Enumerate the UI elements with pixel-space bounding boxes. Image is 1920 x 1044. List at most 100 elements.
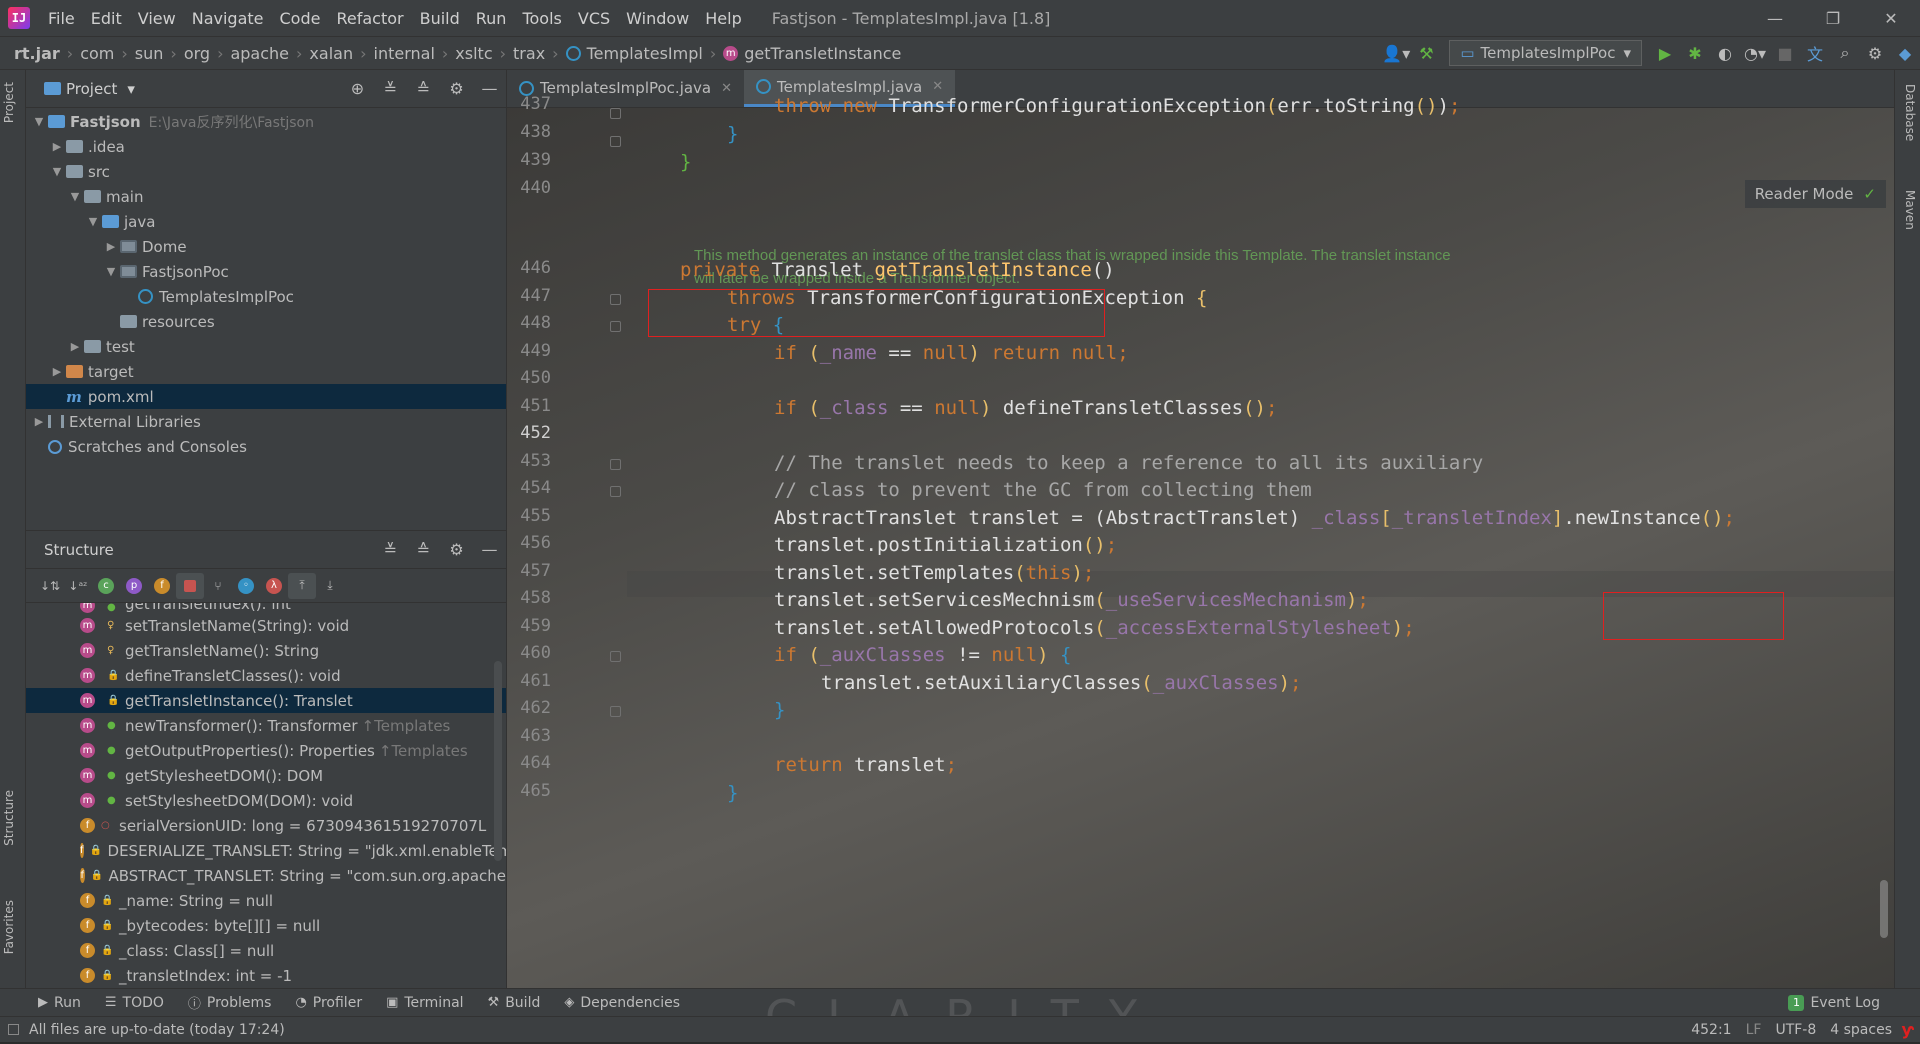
chevron-right-icon[interactable]: ▶ (30, 415, 48, 428)
chevron-down-icon[interactable]: ▾ (127, 80, 135, 98)
list-item[interactable]: m ● newTransformer(): Transformer ↑Template… (26, 713, 506, 738)
menu-navigate[interactable]: Navigate (184, 9, 272, 28)
gear-icon[interactable]: ⚙ (440, 74, 473, 104)
menu-help[interactable]: Help (697, 9, 749, 28)
chevron-down-icon[interactable]: ▼ (84, 215, 102, 228)
tree-item-target[interactable]: ▶ target (26, 359, 506, 384)
toolwindow-build[interactable]: ⚒ Build (488, 995, 541, 1011)
translate-icon[interactable]: 文 (1800, 39, 1830, 67)
sort-by-visibility-icon[interactable]: ↓⇅ (36, 573, 64, 599)
side-tab-database[interactable]: Database (1903, 84, 1917, 141)
toolwindow-dependencies[interactable]: ◈ Dependencies (564, 995, 680, 1011)
chevron-down-icon[interactable]: ▼ (102, 265, 120, 278)
breadcrumb-sun[interactable]: › sun (114, 44, 163, 63)
sort-alphabetically-icon[interactable]: ↓ᵃᶻ (64, 573, 92, 599)
tree-item-fastjsonpoc[interactable]: ▼ FastjsonPoc (26, 259, 506, 284)
list-item[interactable]: f 🔒 DESERIALIZE_TRANSLET: String = "jdk.xm… (26, 838, 506, 863)
list-item[interactable]: f 🔒 _name: String = null (26, 888, 506, 913)
autoscroll-to-source-icon[interactable]: ⤒ (288, 572, 316, 599)
file-encoding[interactable]: UTF-8 (1775, 1022, 1816, 1038)
list-item[interactable]: m 🔒 defineTransletClasses(): void (26, 663, 506, 688)
list-item[interactable]: f ○ serialVersionUID: long = 6730943615192… (26, 813, 506, 838)
menu-window[interactable]: Window (618, 9, 697, 28)
chevron-right-icon[interactable]: ▶ (66, 340, 84, 353)
tree-item-scratches[interactable]: Scratches and Consoles (26, 434, 506, 459)
breadcrumb-internal[interactable]: › internal (353, 44, 435, 63)
chevron-right-icon[interactable]: ▶ (48, 365, 66, 378)
close-icon[interactable]: ✕ (721, 81, 732, 96)
caret-position[interactable]: 452:1 (1691, 1022, 1731, 1038)
breadcrumb-xsltc[interactable]: › xsltc (435, 44, 493, 63)
tree-item-java[interactable]: ▼ java (26, 209, 506, 234)
list-item[interactable]: f 🔒 _bytecodes: byte[][] = null (26, 913, 506, 938)
menu-code[interactable]: Code (272, 9, 329, 28)
list-item[interactable]: f 🔒 ABSTRACT_TRANSLET: String = "com.sun.o… (26, 863, 506, 888)
tree-item-test[interactable]: ▶ test (26, 334, 506, 359)
tree-item-resources[interactable]: resources (26, 309, 506, 334)
run-configuration-select[interactable]: ▭ TemplatesImplPoc ▾ (1449, 40, 1642, 66)
show-lambda-icon[interactable]: λ (260, 573, 288, 599)
reader-mode-toggle[interactable]: Reader Mode ✓ (1744, 180, 1886, 208)
menu-file[interactable]: File (40, 9, 83, 28)
breadcrumb-templatesimpl[interactable]: › TemplatesImpl (545, 44, 703, 63)
stop-icon[interactable]: ■ (1770, 39, 1800, 67)
menu-edit[interactable]: Edit (83, 9, 130, 28)
tree-item-dome[interactable]: ▶ Dome (26, 234, 506, 259)
run-icon[interactable]: ▶ (1650, 39, 1680, 67)
side-tab-favorites[interactable]: Favorites (2, 900, 16, 954)
breadcrumb-com[interactable]: › com (60, 44, 115, 63)
tree-item-src[interactable]: ▼ src (26, 159, 506, 184)
indent-setting[interactable]: 4 spaces (1830, 1022, 1892, 1038)
toolwindow-problems[interactable]: ⓘ Problems (188, 993, 272, 1013)
close-icon[interactable]: ✕ (1862, 0, 1920, 36)
vertical-scrollbar[interactable] (1880, 880, 1888, 938)
locate-icon[interactable]: ⊕ (341, 74, 374, 104)
toolwindow-run[interactable]: ▶ Run (38, 995, 81, 1011)
tree-item-idea[interactable]: ▶ .idea (26, 134, 506, 159)
search-icon[interactable]: ⌕ (1830, 39, 1860, 67)
minimize-icon[interactable]: — (1746, 0, 1804, 36)
chevron-down-icon[interactable]: ▼ (30, 115, 48, 128)
profile-icon[interactable]: ◔▾ (1740, 39, 1770, 67)
chevron-right-icon[interactable]: ▶ (48, 140, 66, 153)
tree-item-external-libraries[interactable]: ▶ External Libraries (26, 409, 506, 434)
side-tab-structure[interactable]: Structure (2, 790, 16, 846)
breadcrumb-apache[interactable]: › apache (210, 44, 289, 63)
intellij-logo-icon[interactable]: IJ (8, 7, 30, 29)
side-tab-maven[interactable]: Maven (1903, 190, 1917, 230)
tree-item-templatesimplpoc[interactable]: TemplatesImplPoc (26, 284, 506, 309)
show-non-public-icon[interactable] (176, 572, 204, 599)
menu-refactor[interactable]: Refactor (328, 9, 411, 28)
list-item[interactable]: m ♀ getTransletName(): String (26, 638, 506, 663)
tree-item-main[interactable]: ▼ main (26, 184, 506, 209)
menu-tools[interactable]: Tools (514, 9, 569, 28)
gear-icon[interactable]: ⚙ (440, 535, 473, 565)
side-tab-project[interactable]: Project (2, 82, 16, 123)
autoscroll-from-source-icon[interactable]: ⤓ (316, 573, 344, 599)
line-separator[interactable]: LF (1746, 1022, 1762, 1038)
menu-build[interactable]: Build (412, 9, 468, 28)
project-panel-title[interactable]: Project (66, 80, 117, 98)
toggle-tool-windows-icon[interactable] (8, 1024, 19, 1035)
list-item[interactable]: m ● setStylesheetDOM(DOM): void (26, 788, 506, 813)
restore-icon[interactable]: ❐ (1804, 0, 1862, 36)
user-icon[interactable]: 👤▾ (1381, 39, 1411, 67)
hide-icon[interactable]: — (473, 74, 506, 104)
menu-view[interactable]: View (130, 9, 184, 28)
show-inherited-icon[interactable]: c (92, 573, 120, 599)
code-editor[interactable]: TemplatesImplPoc.java ✕ TemplatesImpl.jav… (507, 70, 1894, 988)
breadcrumb-xalan[interactable]: › xalan (289, 44, 353, 63)
toolwindow-todo[interactable]: ☰ TODO (105, 995, 164, 1011)
chevron-right-icon[interactable]: ▶ (102, 240, 120, 253)
event-log[interactable]: 1 Event Log (1788, 994, 1880, 1011)
toolbox-icon[interactable]: ◆ (1890, 39, 1920, 67)
structure-scrollbar[interactable] (494, 661, 502, 861)
list-item-selected[interactable]: m 🔒 getTransletInstance(): Translet (26, 688, 506, 713)
toolwindow-terminal[interactable]: ▣ Terminal (386, 995, 463, 1011)
tree-item-pom-xml[interactable]: m pom.xml (26, 384, 506, 409)
collapse-all-icon[interactable]: ≙ (407, 535, 440, 565)
build-hammer-icon[interactable]: ⚒ (1411, 39, 1441, 67)
breadcrumb-org[interactable]: › org (163, 44, 210, 63)
show-lambdas-icon[interactable]: ⑂ (204, 573, 232, 599)
list-item[interactable]: m ♀ setTransletName(String): void (26, 613, 506, 638)
